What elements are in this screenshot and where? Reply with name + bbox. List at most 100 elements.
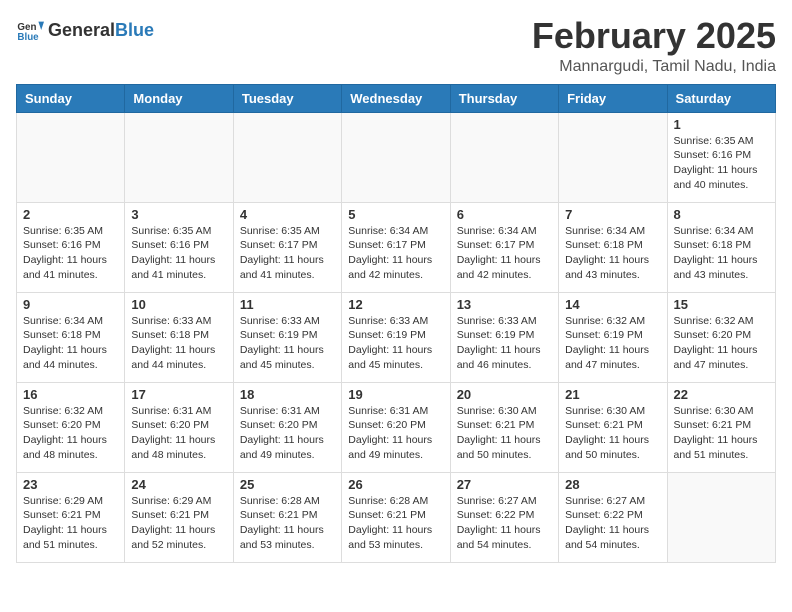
logo-text: GeneralBlue [48, 20, 154, 41]
day-number: 15 [674, 297, 769, 312]
calendar-cell: 19 Sunrise: 6:31 AM Sunset: 6:20 PM Dayli… [342, 382, 450, 472]
day-number: 26 [348, 477, 443, 492]
calendar-week-row: 9 Sunrise: 6:34 AM Sunset: 6:18 PM Daylig… [17, 292, 776, 382]
day-number: 9 [23, 297, 118, 312]
day-number: 11 [240, 297, 335, 312]
day-info: Sunrise: 6:31 AM Sunset: 6:20 PM Dayligh… [131, 404, 226, 463]
calendar-cell: 8 Sunrise: 6:34 AM Sunset: 6:18 PM Daylig… [667, 202, 775, 292]
calendar-week-row: 23 Sunrise: 6:29 AM Sunset: 6:21 PM Dayli… [17, 472, 776, 562]
calendar-day-header: Thursday [450, 84, 558, 112]
day-number: 19 [348, 387, 443, 402]
day-info: Sunrise: 6:29 AM Sunset: 6:21 PM Dayligh… [131, 494, 226, 553]
day-number: 18 [240, 387, 335, 402]
day-info: Sunrise: 6:34 AM Sunset: 6:18 PM Dayligh… [23, 314, 118, 373]
day-info: Sunrise: 6:34 AM Sunset: 6:17 PM Dayligh… [348, 224, 443, 283]
day-number: 8 [674, 207, 769, 222]
calendar-week-row: 1 Sunrise: 6:35 AM Sunset: 6:16 PM Daylig… [17, 112, 776, 202]
day-number: 10 [131, 297, 226, 312]
calendar-day-header: Wednesday [342, 84, 450, 112]
page-header: Gen Blue GeneralBlue February 2025 Manna… [16, 16, 776, 76]
calendar-cell [559, 112, 667, 202]
day-number: 23 [23, 477, 118, 492]
calendar-cell [667, 472, 775, 562]
day-info: Sunrise: 6:33 AM Sunset: 6:19 PM Dayligh… [457, 314, 552, 373]
calendar-cell: 14 Sunrise: 6:32 AM Sunset: 6:19 PM Dayli… [559, 292, 667, 382]
calendar-day-header: Tuesday [233, 84, 341, 112]
day-number: 25 [240, 477, 335, 492]
day-number: 22 [674, 387, 769, 402]
svg-text:Blue: Blue [17, 32, 39, 43]
day-info: Sunrise: 6:27 AM Sunset: 6:22 PM Dayligh… [565, 494, 660, 553]
calendar-cell: 18 Sunrise: 6:31 AM Sunset: 6:20 PM Dayli… [233, 382, 341, 472]
day-number: 5 [348, 207, 443, 222]
day-number: 2 [23, 207, 118, 222]
calendar-cell: 5 Sunrise: 6:34 AM Sunset: 6:17 PM Daylig… [342, 202, 450, 292]
calendar-cell: 20 Sunrise: 6:30 AM Sunset: 6:21 PM Dayli… [450, 382, 558, 472]
calendar-cell [17, 112, 125, 202]
calendar-cell: 24 Sunrise: 6:29 AM Sunset: 6:21 PM Dayli… [125, 472, 233, 562]
day-number: 20 [457, 387, 552, 402]
calendar-cell [233, 112, 341, 202]
day-info: Sunrise: 6:34 AM Sunset: 6:18 PM Dayligh… [674, 224, 769, 283]
day-number: 24 [131, 477, 226, 492]
calendar-cell: 16Sunrise: 6:32 AM Sunset: 6:20 PM Dayli… [17, 382, 125, 472]
day-info: Sunrise: 6:28 AM Sunset: 6:21 PM Dayligh… [240, 494, 335, 553]
day-number: 14 [565, 297, 660, 312]
day-number: 12 [348, 297, 443, 312]
day-info: Sunrise: 6:32 AM Sunset: 6:19 PM Dayligh… [565, 314, 660, 373]
day-info: Sunrise: 6:29 AM Sunset: 6:21 PM Dayligh… [23, 494, 118, 553]
calendar-cell: 23 Sunrise: 6:29 AM Sunset: 6:21 PM Dayli… [17, 472, 125, 562]
calendar-cell: 28 Sunrise: 6:27 AM Sunset: 6:22 PM Dayli… [559, 472, 667, 562]
calendar-cell: 21 Sunrise: 6:30 AM Sunset: 6:21 PM Dayli… [559, 382, 667, 472]
calendar-week-row: 2 Sunrise: 6:35 AM Sunset: 6:16 PM Daylig… [17, 202, 776, 292]
day-info: Sunrise: 6:35 AM Sunset: 6:16 PM Dayligh… [23, 224, 118, 283]
day-number: 3 [131, 207, 226, 222]
day-number: 21 [565, 387, 660, 402]
calendar-table: SundayMondayTuesdayWednesdayThursdayFrid… [16, 84, 776, 563]
calendar-cell [342, 112, 450, 202]
calendar-cell: 25 Sunrise: 6:28 AM Sunset: 6:21 PM Dayli… [233, 472, 341, 562]
logo: Gen Blue GeneralBlue [16, 16, 154, 44]
day-number: 4 [240, 207, 335, 222]
calendar-day-header: Saturday [667, 84, 775, 112]
day-info: Sunrise: 6:35 AM Sunset: 6:16 PM Dayligh… [674, 134, 769, 193]
day-info: Sunrise: 6:27 AM Sunset: 6:22 PM Dayligh… [457, 494, 552, 553]
day-number: 28 [565, 477, 660, 492]
day-info: Sunrise: 6:33 AM Sunset: 6:18 PM Dayligh… [131, 314, 226, 373]
calendar-day-header: Friday [559, 84, 667, 112]
day-number: 13 [457, 297, 552, 312]
calendar-cell: 17Sunrise: 6:31 AM Sunset: 6:20 PM Dayli… [125, 382, 233, 472]
day-info: Sunrise: 6:30 AM Sunset: 6:21 PM Dayligh… [457, 404, 552, 463]
calendar-week-row: 16Sunrise: 6:32 AM Sunset: 6:20 PM Dayli… [17, 382, 776, 472]
calendar-cell: 7Sunrise: 6:34 AM Sunset: 6:18 PM Daylig… [559, 202, 667, 292]
day-number: 1 [674, 117, 769, 132]
calendar-cell: 3 Sunrise: 6:35 AM Sunset: 6:16 PM Daylig… [125, 202, 233, 292]
day-info: Sunrise: 6:35 AM Sunset: 6:16 PM Dayligh… [131, 224, 226, 283]
calendar-cell: 9 Sunrise: 6:34 AM Sunset: 6:18 PM Daylig… [17, 292, 125, 382]
day-info: Sunrise: 6:28 AM Sunset: 6:21 PM Dayligh… [348, 494, 443, 553]
day-info: Sunrise: 6:32 AM Sunset: 6:20 PM Dayligh… [23, 404, 118, 463]
calendar-cell: 12Sunrise: 6:33 AM Sunset: 6:19 PM Dayli… [342, 292, 450, 382]
day-info: Sunrise: 6:30 AM Sunset: 6:21 PM Dayligh… [674, 404, 769, 463]
day-info: Sunrise: 6:34 AM Sunset: 6:17 PM Dayligh… [457, 224, 552, 283]
calendar-cell: 11 Sunrise: 6:33 AM Sunset: 6:19 PM Dayli… [233, 292, 341, 382]
calendar-cell: 22 Sunrise: 6:30 AM Sunset: 6:21 PM Dayli… [667, 382, 775, 472]
calendar-cell: 27 Sunrise: 6:27 AM Sunset: 6:22 PM Dayli… [450, 472, 558, 562]
calendar-cell: 6Sunrise: 6:34 AM Sunset: 6:17 PM Daylig… [450, 202, 558, 292]
calendar-day-header: Sunday [17, 84, 125, 112]
calendar-header-row: SundayMondayTuesdayWednesdayThursdayFrid… [17, 84, 776, 112]
day-info: Sunrise: 6:32 AM Sunset: 6:20 PM Dayligh… [674, 314, 769, 373]
calendar-day-header: Monday [125, 84, 233, 112]
day-info: Sunrise: 6:31 AM Sunset: 6:20 PM Dayligh… [240, 404, 335, 463]
day-number: 27 [457, 477, 552, 492]
calendar-cell: 2 Sunrise: 6:35 AM Sunset: 6:16 PM Daylig… [17, 202, 125, 292]
month-title: February 2025 [532, 16, 776, 56]
day-info: Sunrise: 6:30 AM Sunset: 6:21 PM Dayligh… [565, 404, 660, 463]
calendar-cell [125, 112, 233, 202]
day-info: Sunrise: 6:31 AM Sunset: 6:20 PM Dayligh… [348, 404, 443, 463]
day-info: Sunrise: 6:34 AM Sunset: 6:18 PM Dayligh… [565, 224, 660, 283]
calendar-cell: 10 Sunrise: 6:33 AM Sunset: 6:18 PM Dayli… [125, 292, 233, 382]
logo-icon: Gen Blue [16, 16, 44, 44]
calendar-cell: 13 Sunrise: 6:33 AM Sunset: 6:19 PM Dayli… [450, 292, 558, 382]
day-info: Sunrise: 6:33 AM Sunset: 6:19 PM Dayligh… [240, 314, 335, 373]
